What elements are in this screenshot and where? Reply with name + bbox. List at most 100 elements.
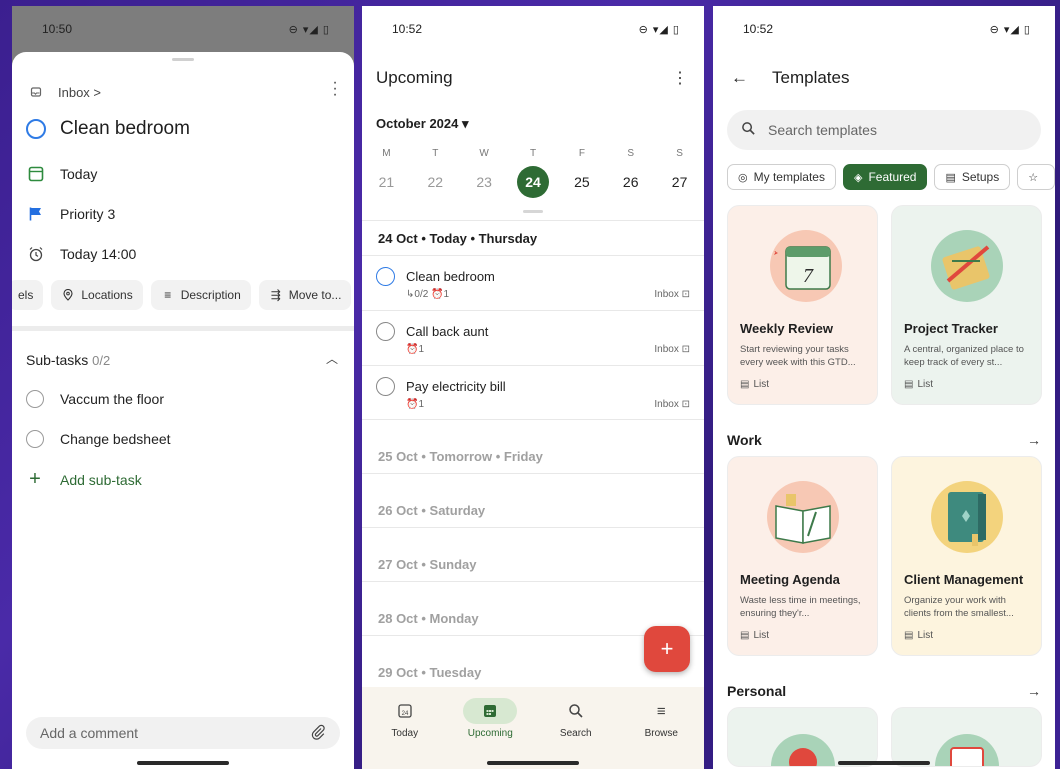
search-templates-input[interactable]: Search templates bbox=[727, 110, 1041, 150]
day-of-week: T bbox=[529, 148, 537, 159]
card-type-label: List bbox=[753, 630, 770, 641]
sheet-drag-handle[interactable] bbox=[172, 58, 194, 61]
status-bar: 10:50 ⊖ ▾◢ ▯ bbox=[12, 6, 354, 52]
template-card-project-tracker[interactable]: Project Tracker A central, organized pla… bbox=[891, 205, 1042, 405]
section-header-tuesday: 29 Oct • Tuesday bbox=[378, 665, 482, 680]
my-templates-chip[interactable]: ◎ My templates bbox=[727, 164, 836, 190]
day-cell-selected[interactable]: T 24 bbox=[509, 148, 558, 198]
task-checkbox[interactable] bbox=[376, 267, 395, 286]
template-card-client-management[interactable]: Client Management Organize your work wit… bbox=[891, 456, 1042, 656]
subtask-checkbox[interactable] bbox=[26, 430, 44, 448]
more-options-icon[interactable]: ⋮ bbox=[672, 68, 688, 88]
add-subtask-button[interactable]: + Add sub-task bbox=[26, 468, 142, 491]
add-task-fab[interactable]: + bbox=[644, 626, 690, 672]
comment-placeholder: Add a comment bbox=[40, 725, 139, 741]
day-cell[interactable]: S 27 bbox=[655, 148, 704, 198]
month-selector[interactable]: October 2024 ▾ bbox=[376, 116, 469, 132]
locations-chip[interactable]: Locations bbox=[51, 280, 143, 310]
day-cell[interactable]: T 22 bbox=[411, 148, 460, 198]
card-type: ▤ List bbox=[904, 379, 933, 390]
nav-search[interactable]: Search bbox=[533, 687, 619, 769]
day-cell[interactable]: M 21 bbox=[362, 148, 411, 198]
featured-chip[interactable]: ◈ Featured bbox=[842, 164, 928, 190]
arrow-right-icon[interactable]: → bbox=[1027, 683, 1041, 699]
task-checkbox[interactable] bbox=[376, 322, 395, 341]
list-box-icon: ▤ bbox=[945, 171, 956, 184]
nav-today-label: Today bbox=[391, 728, 419, 739]
list-icon: ▤ bbox=[904, 379, 914, 390]
move-list-icon: ⇶ bbox=[270, 288, 281, 302]
favorites-chip[interactable]: ☆ bbox=[1017, 164, 1055, 190]
card-title: Meeting Agenda bbox=[740, 572, 840, 587]
task-list-item[interactable]: Pay electricity bill ⏰1 Inbox ⊡ bbox=[376, 377, 690, 410]
date-label: Today bbox=[60, 166, 98, 182]
task-action-chips: els Locations ≡ Description ⇶ Move to... bbox=[12, 280, 352, 310]
chevron-up-icon[interactable]: ︿ bbox=[326, 350, 338, 367]
day-cell[interactable]: F 25 bbox=[557, 148, 606, 198]
subtask-item[interactable]: Change bedsheet bbox=[26, 430, 171, 448]
labels-chip-label: els bbox=[18, 288, 34, 302]
subtasks-header[interactable]: Sub-tasks 0/2 bbox=[26, 352, 110, 368]
priority-row[interactable]: Priority 3 bbox=[26, 204, 115, 224]
subtask-item[interactable]: Vaccum the floor bbox=[26, 390, 164, 408]
project-breadcrumb[interactable]: Inbox > bbox=[26, 82, 101, 102]
week-strip: M 21 T 22 W 23 T 24 F 25 S 26 S 27 bbox=[362, 148, 704, 198]
date-row[interactable]: Today bbox=[26, 164, 97, 184]
setups-chip[interactable]: ▤ Setups bbox=[934, 164, 1011, 190]
list-icon: ▤ bbox=[740, 379, 750, 390]
nav-upcoming[interactable]: Upcoming bbox=[448, 687, 534, 769]
star-icon: ☆ bbox=[1028, 171, 1039, 184]
task-project: Inbox ⊡ bbox=[654, 399, 690, 410]
card-type: ▤ List bbox=[904, 630, 933, 641]
day-cell[interactable]: W 23 bbox=[460, 148, 509, 198]
calendar-expand-handle[interactable] bbox=[523, 210, 543, 213]
task-list-item[interactable]: Call back aunt ⏰1 Inbox ⊡ bbox=[376, 322, 690, 355]
gesture-bar bbox=[838, 761, 930, 765]
labels-chip[interactable]: els bbox=[12, 280, 44, 310]
complete-checkbox[interactable] bbox=[26, 119, 46, 139]
task-list-item[interactable]: Clean bedroom ↳0/2 ⏰1 Inbox ⊡ bbox=[376, 267, 690, 300]
template-card-weekly-review[interactable]: 7 Weekly Review Start reviewing your tas… bbox=[727, 205, 878, 405]
subtasks-heading: Sub-tasks bbox=[26, 352, 89, 368]
day-of-week: T bbox=[432, 148, 439, 159]
comment-input[interactable]: Add a comment bbox=[26, 717, 340, 749]
section-header-today: 24 Oct • Today • Thursday bbox=[378, 231, 538, 246]
template-card-personal-1[interactable] bbox=[727, 707, 878, 767]
alarm-icon bbox=[26, 244, 46, 264]
section-divider bbox=[12, 326, 354, 331]
arrow-right-icon[interactable]: → bbox=[1027, 432, 1041, 448]
task-title: Pay electricity bill bbox=[406, 379, 506, 394]
more-options-icon[interactable]: · · · bbox=[330, 75, 340, 103]
gem-icon: ◈ bbox=[853, 171, 863, 184]
divider bbox=[362, 581, 704, 582]
task-project: Inbox ⊡ bbox=[654, 344, 690, 355]
task-detail-screen: 10:50 ⊖ ▾◢ ▯ Inbox > · · · Clean bedroom T… bbox=[12, 6, 354, 769]
subtask-checkbox[interactable] bbox=[26, 390, 44, 408]
divider bbox=[362, 310, 704, 311]
chip-label: Featured bbox=[868, 170, 917, 184]
day-cell[interactable]: S 26 bbox=[606, 148, 655, 198]
inbox-icon: ⊡ bbox=[681, 399, 690, 410]
subtask-title: Change bedsheet bbox=[60, 431, 171, 447]
move-to-chip[interactable]: ⇶ Move to... bbox=[258, 280, 352, 310]
reminder-row[interactable]: Today 14:00 bbox=[26, 244, 136, 264]
task-detail-sheet: Inbox > · · · Clean bedroom Today Priority… bbox=[12, 52, 354, 769]
add-subtask-label: Add sub-task bbox=[60, 471, 142, 488]
search-placeholder: Search templates bbox=[768, 122, 877, 138]
status-bar: 10:52 ⊖ ▾◢ ▯ bbox=[713, 6, 1055, 52]
nav-today[interactable]: 24 Today bbox=[362, 687, 448, 769]
status-icons: ⊖ ▾◢ ▯ bbox=[288, 23, 330, 36]
task-title-row[interactable]: Clean bedroom bbox=[26, 118, 190, 140]
card-description: Waste less time in meetings, ensuring th… bbox=[740, 595, 861, 619]
description-chip[interactable]: ≡ Description bbox=[150, 280, 251, 310]
task-checkbox[interactable] bbox=[376, 377, 395, 396]
template-card-meeting-agenda[interactable]: Meeting Agenda Waste less time in meetin… bbox=[727, 456, 878, 656]
task-title[interactable]: Clean bedroom bbox=[60, 118, 190, 140]
chip-label: Setups bbox=[961, 170, 1000, 184]
template-card-personal-2[interactable] bbox=[891, 707, 1042, 767]
back-arrow-icon[interactable]: ← bbox=[731, 68, 748, 88]
search-icon bbox=[741, 121, 756, 140]
page-title: Upcoming bbox=[376, 68, 453, 87]
nav-browse[interactable]: ≡ Browse bbox=[619, 687, 705, 769]
paperclip-icon[interactable] bbox=[310, 724, 326, 743]
